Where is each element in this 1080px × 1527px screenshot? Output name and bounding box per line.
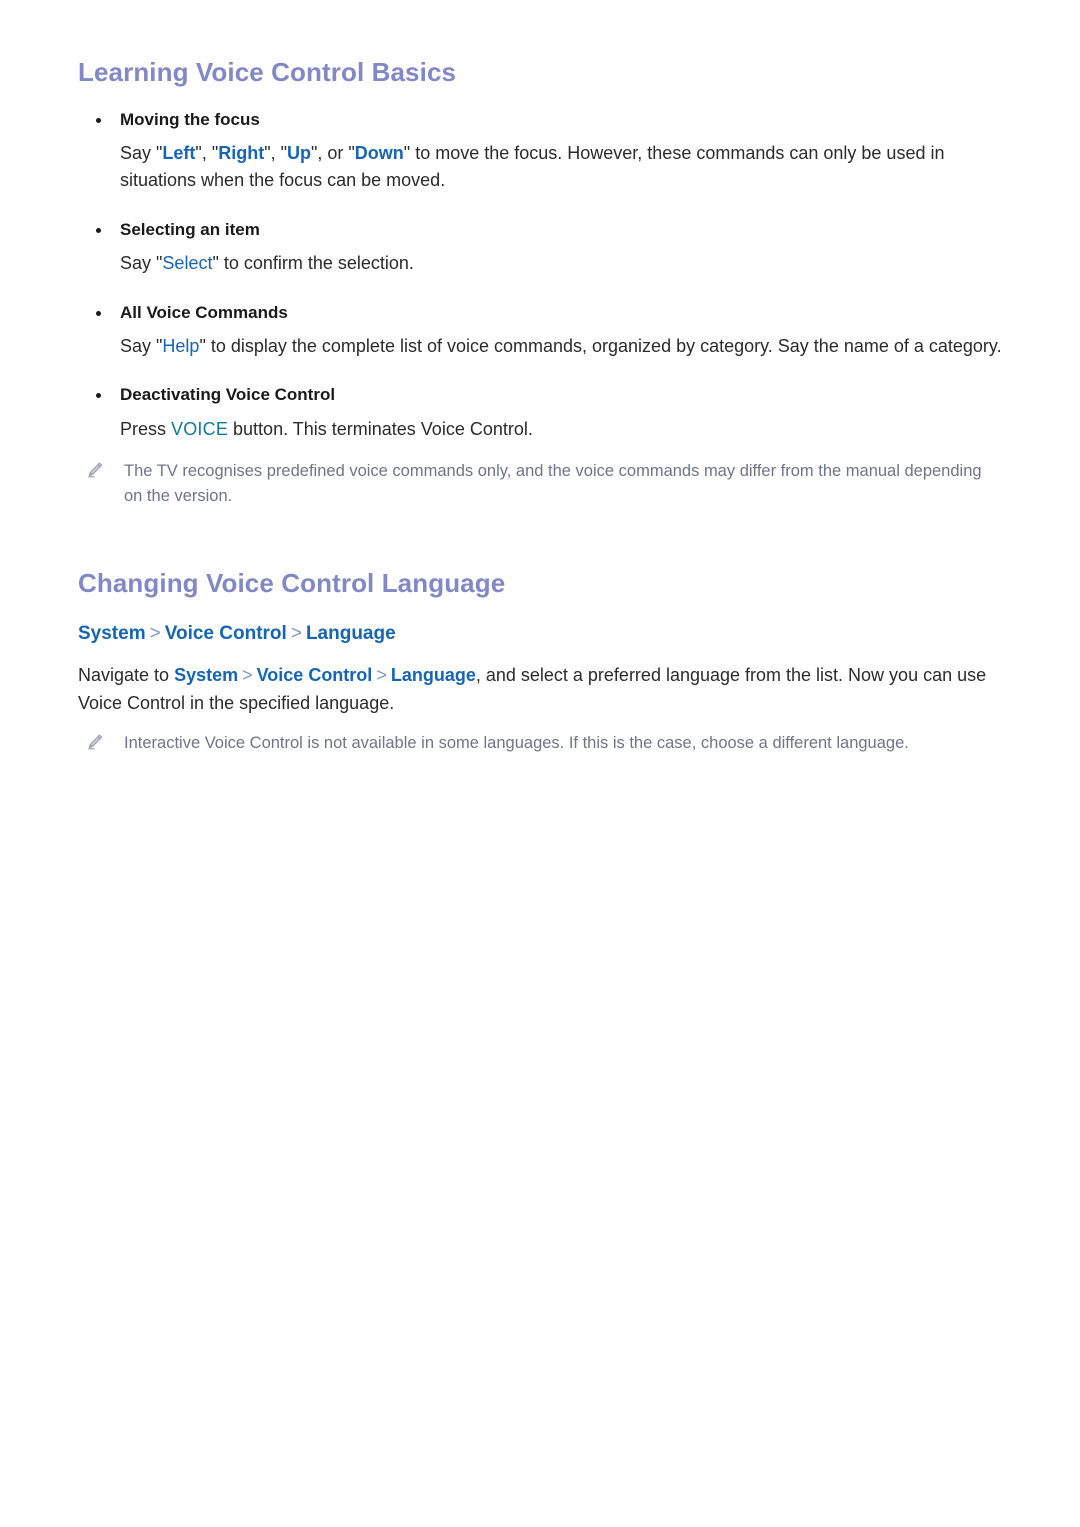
- text-suffix: button. This terminates Voice Control.: [228, 418, 533, 439]
- breadcrumb-separator-icon: >: [149, 622, 161, 644]
- inline-breadcrumb-item-voice-control[interactable]: Voice Control: [257, 665, 373, 685]
- text-suffix: to confirm the selection.: [218, 253, 414, 274]
- inline-breadcrumb-item-system[interactable]: System: [174, 665, 238, 685]
- bullet-list: Moving the focus Say "Left", "Right", "U…: [78, 107, 1002, 444]
- text-sep-3: , or: [317, 143, 349, 163]
- bullet-heading-deactivating-voice-control: Deactivating Voice Control: [78, 382, 1002, 408]
- list-item: Deactivating Voice Control Press VOICE b…: [78, 382, 1002, 443]
- bullet-body-all-voice-commands: Say "Help" to display the complete list …: [78, 333, 1002, 360]
- bullet-body-deactivating-voice-control: Press VOICE button. This terminates Voic…: [78, 416, 1002, 443]
- breadcrumb-item-system[interactable]: System: [78, 623, 146, 644]
- section-learning-voice-control-basics: Learning Voice Control Basics Moving the…: [78, 56, 1002, 509]
- page-title: Learning Voice Control Basics: [78, 57, 457, 87]
- list-item: All Voice Commands Say "Help" to display…: [78, 300, 1002, 361]
- breadcrumb-separator-icon: >: [376, 665, 387, 686]
- bullet-heading-label: Selecting an item: [120, 219, 260, 239]
- text-prefix: Say: [120, 336, 157, 357]
- list-item: Selecting an item Say "Select" to confir…: [78, 217, 1002, 278]
- bullet-dot-icon: [96, 310, 101, 316]
- pencil-icon: [88, 462, 103, 478]
- note-interactive-voice-control: Interactive Voice Control is not availab…: [78, 731, 1002, 756]
- bullet-heading-moving-the-focus: Moving the focus: [78, 107, 1002, 133]
- bullet-heading-label: Deactivating Voice Control: [120, 385, 336, 405]
- breadcrumb: System > Voice Control > Language: [78, 620, 1002, 649]
- bullet-heading-label: Moving the focus: [120, 109, 260, 129]
- list-item: Moving the focus Say "Left", "Right", "U…: [78, 107, 1002, 195]
- text-prefix: Press: [120, 418, 172, 439]
- note-text: The TV recognises predefined voice comma…: [124, 462, 982, 506]
- bullet-body-moving-the-focus: Say "Left", "Right", "Up", or "Down" to …: [78, 140, 1002, 195]
- text-prefix: Say: [120, 253, 157, 274]
- bullet-dot-icon: [96, 117, 101, 123]
- bullet-body-selecting-an-item: Say "Select" to confirm the selection.: [78, 250, 1002, 277]
- voice-command-down: Down: [354, 143, 404, 163]
- breadcrumb-separator-icon: >: [242, 665, 253, 686]
- bullet-dot-icon: [96, 393, 101, 399]
- pencil-icon: [88, 734, 103, 750]
- text-prefix: Navigate to: [78, 665, 175, 686]
- bullet-heading-selecting-an-item: Selecting an item: [78, 217, 1002, 243]
- remote-key-voice: VOICE: [171, 418, 229, 439]
- text-suffix: to display the complete list of voice co…: [205, 336, 1002, 357]
- voice-command-left: Left: [162, 143, 196, 163]
- inline-breadcrumb-item-language[interactable]: Language: [391, 665, 476, 685]
- text-sep-2: ,: [270, 143, 281, 163]
- paragraph-navigate: Navigate to System > Voice Control > Languag…: [78, 662, 1002, 717]
- voice-command-help: Help: [162, 336, 200, 357]
- page-title-2: Changing Voice Control Language: [78, 568, 506, 599]
- note-text: Interactive Voice Control is not availab…: [124, 734, 909, 753]
- note-voice-commands: The TV recognises predefined voice comma…: [78, 459, 1002, 509]
- breadcrumb-item-voice-control[interactable]: Voice Control: [165, 623, 287, 644]
- bullet-heading-all-voice-commands: All Voice Commands: [78, 300, 1002, 326]
- voice-command-up: Up: [287, 143, 311, 163]
- text-prefix: Say: [120, 143, 157, 163]
- section-changing-voice-control-language: Changing Voice Control Language System > V…: [78, 567, 1002, 756]
- document-page: Learning Voice Control Basics Moving the…: [0, 0, 1080, 1527]
- breadcrumb-separator-icon: >: [290, 622, 302, 644]
- text-sep-1: ,: [201, 143, 212, 163]
- voice-command-select: Select: [162, 253, 213, 274]
- voice-command-right: Right: [218, 143, 265, 163]
- bullet-dot-icon: [96, 227, 101, 233]
- bullet-heading-label: All Voice Commands: [120, 302, 288, 322]
- breadcrumb-item-language[interactable]: Language: [306, 623, 396, 644]
